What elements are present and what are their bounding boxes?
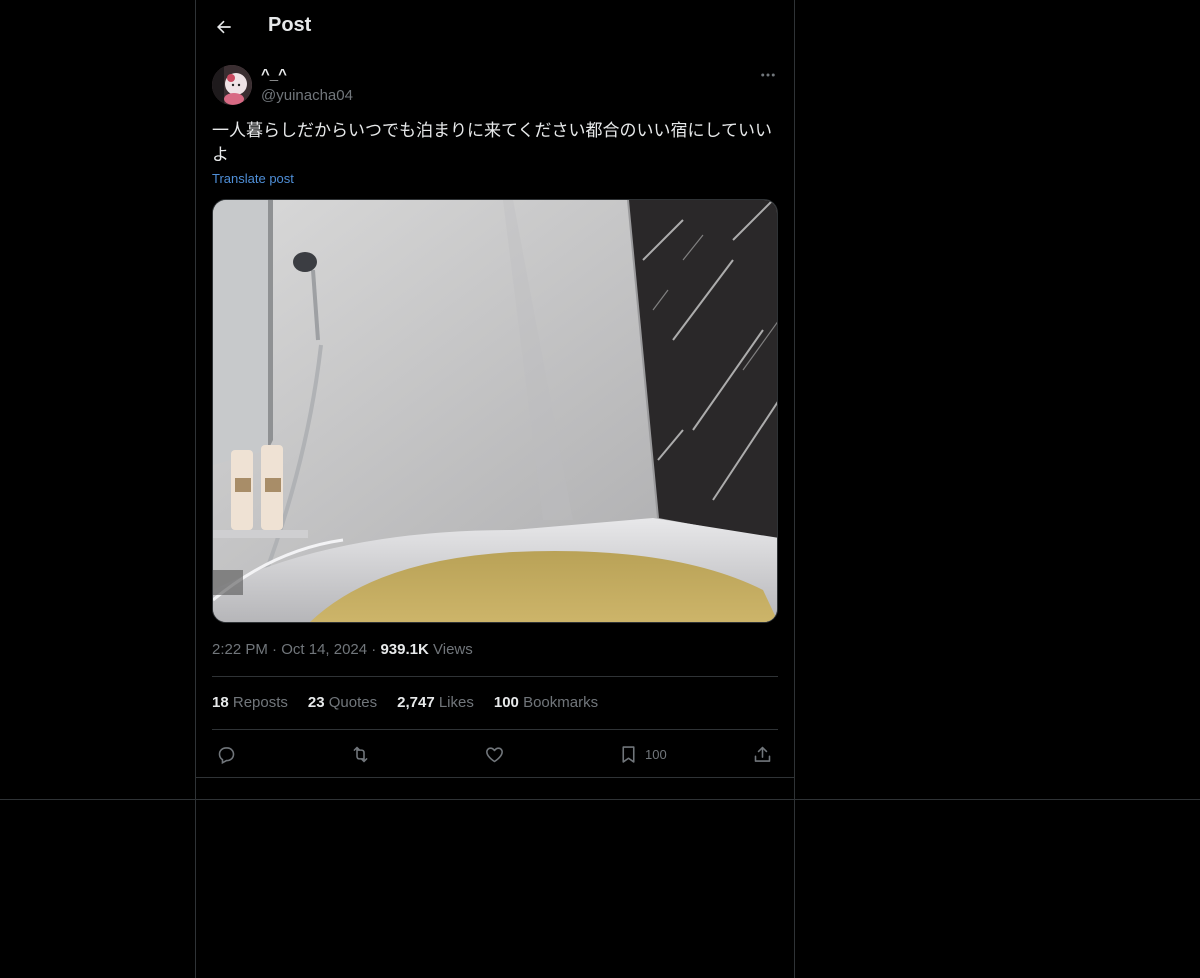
bookmarks-stat[interactable]: 100 Bookmarks [494,694,598,711]
reposts-count: 18 [212,694,229,711]
heart-icon [486,746,503,762]
engagement-stats: 18 Reposts 23 Quotes 2,747 Likes 100 Boo… [212,694,598,711]
post-meta: 2:22 PM · Oct 14, 2024 · 939.1K Views [212,641,473,658]
repost-icon [353,746,368,762]
bookmark-count: 100 [645,746,667,762]
avatar-image [212,65,252,105]
bookmark-button[interactable]: 100 [618,740,667,768]
post-text: 一人暮らしだからいつでも泊まりに来てください都合のいい宿にしていいよ [212,121,772,165]
divider [196,777,794,778]
reposts-label: Reposts [232,694,288,711]
post-time[interactable]: 2:22 PM [212,641,268,658]
post-media-image[interactable] [212,199,778,623]
more-options-button[interactable] [756,63,780,87]
like-button[interactable] [484,740,505,768]
post-date[interactable]: Oct 14, 2024 [281,641,367,658]
divider [212,729,778,730]
post-header: Post [196,0,794,53]
repost-button[interactable] [350,740,371,768]
post-column: Post ^_^ @yuinacha04 一人暮らしだからいつでも泊まりに来てく… [195,0,795,978]
share-button[interactable] [752,740,773,768]
quotes-label: Quotes [328,694,378,711]
quotes-count: 23 [307,694,325,711]
likes-count: 2,747 [397,694,435,711]
bathtub-photo [213,200,777,622]
action-bar: 100 [212,740,778,768]
meta-separator: · [267,641,282,658]
likes-label: Likes [438,694,474,711]
reply-button[interactable] [216,740,237,768]
views-count: 939.1K [380,641,429,658]
quotes-stat[interactable]: 23 Quotes [308,694,377,711]
share-icon [754,746,771,762]
likes-stat[interactable]: 2,747 Likes [397,694,474,711]
bookmark-icon [622,745,635,763]
arrow-left-icon [217,20,231,34]
divider [212,676,778,677]
author-display-name[interactable]: ^_^ [261,66,287,83]
bookmarks-count: 100 [493,694,519,711]
views-label: Views [433,641,473,658]
translate-post-link[interactable]: Translate post [212,171,294,186]
author-handle[interactable]: @yuinacha04 [261,87,353,104]
meta-separator: · [367,641,381,658]
page-title: Post [268,14,312,36]
avatar[interactable] [212,65,252,105]
back-button[interactable] [210,13,238,41]
reply-icon [218,746,235,764]
bookmarks-label: Bookmarks [523,694,599,711]
reposts-stat[interactable]: 18 Reposts [212,694,288,711]
more-horizontal-icon [761,73,775,77]
divider [0,799,1200,800]
